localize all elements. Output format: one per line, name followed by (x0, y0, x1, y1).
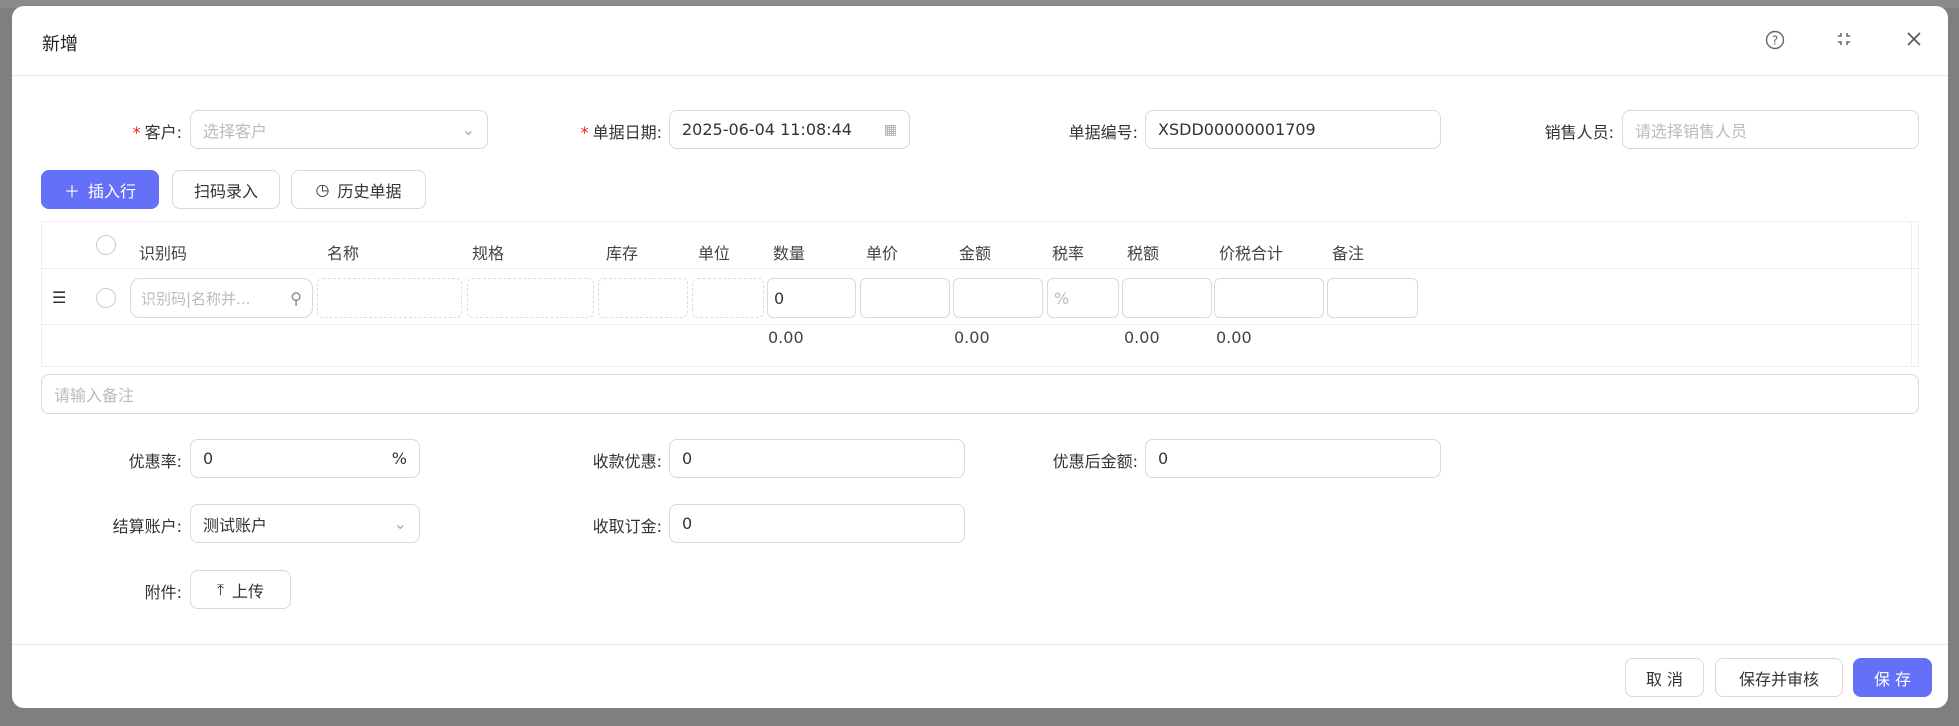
help-icon[interactable]: ? (1764, 30, 1786, 52)
insert-row-button[interactable]: ＋插入行 (41, 170, 159, 209)
discount-rate-label: 优惠率: (128, 452, 182, 471)
payment-discount-label: 收款优惠: (592, 452, 662, 471)
sum-quantity: 0.00 (768, 328, 804, 347)
svg-text:?: ? (1772, 34, 1778, 48)
col-header: 税额 (1127, 244, 1160, 263)
account-label: 结算账户: (112, 517, 182, 536)
stock-cell (598, 278, 688, 318)
upload-icon: ⤒ (216, 579, 225, 599)
col-header: 识别码 (139, 244, 188, 263)
unit-cell (692, 278, 764, 318)
sum-tax: 0.00 (1124, 328, 1160, 347)
chevron-down-icon: ⌄ (393, 514, 407, 533)
plus-icon: ＋ (63, 181, 80, 201)
tax-input[interactable] (1122, 278, 1212, 318)
upload-button[interactable]: ⤒ 上传 (190, 570, 291, 609)
save-audit-button[interactable]: 保存并审核 (1715, 658, 1843, 697)
sum-amount: 0.00 (954, 328, 990, 347)
col-header: 单位 (698, 244, 731, 263)
name-cell (317, 278, 462, 318)
col-header: 备注 (1332, 244, 1365, 263)
quantity-input[interactable]: 0 (767, 278, 856, 318)
dialog-title: 新增 (42, 34, 78, 55)
fullscreen-icon[interactable] (1833, 30, 1855, 52)
unit-price-input[interactable] (860, 278, 950, 318)
attachment-label: 附件: (144, 583, 182, 602)
code-search-input[interactable]: 识别码|名称并... ⚲ (130, 278, 313, 318)
doc-no-label: 单据编号: (1068, 123, 1138, 142)
doc-no-input[interactable]: XSDD00000001709 (1145, 110, 1441, 149)
save-button[interactable]: 保 存 (1853, 658, 1932, 697)
sum-total: 0.00 (1216, 328, 1252, 347)
account-select[interactable]: 测试账户 ⌄ (190, 504, 420, 543)
calendar-icon: ▦ (883, 121, 897, 138)
customer-label: * 客户: (132, 123, 182, 142)
remark-cell-input[interactable] (1327, 278, 1418, 318)
history-icon: ◷ (315, 180, 330, 199)
doc-date-label: * 单据日期: (580, 123, 662, 142)
close-icon[interactable] (1903, 30, 1925, 52)
after-discount-label: 优惠后金额: (1052, 452, 1138, 471)
cancel-button[interactable]: 取 消 (1625, 658, 1704, 697)
deposit-label: 收取订金: (592, 517, 662, 536)
col-header: 规格 (472, 244, 505, 263)
items-table: 识别码 名称 规格 库存 单位 数量 单价 金额 税率 税额 价税合计 备注 ☰… (41, 221, 1919, 367)
row-checkbox[interactable] (96, 288, 116, 308)
footer-divider (12, 644, 1948, 645)
amount-input[interactable] (953, 278, 1043, 318)
salesperson-select[interactable]: 请选择销售人员 (1622, 110, 1919, 149)
col-header: 数量 (773, 244, 806, 263)
spec-cell (467, 278, 594, 318)
history-button[interactable]: ◷ 历史单据 (291, 170, 426, 209)
col-header: 库存 (606, 244, 639, 263)
header-divider (12, 75, 1948, 76)
remark-textarea[interactable]: 请输入备注 (41, 374, 1919, 414)
drag-handle-icon[interactable]: ☰ (52, 288, 66, 307)
doc-date-input[interactable]: 2025-06-04 11:08:44 ▦ (669, 110, 910, 149)
search-icon: ⚲ (290, 288, 302, 308)
scan-entry-button[interactable]: 扫码录入 (172, 170, 280, 209)
col-header: 税率 (1052, 244, 1085, 263)
col-header: 价税合计 (1219, 244, 1284, 263)
add-dialog: 新增 ? * 客户: 选择客户 ⌄ * 单据日期: 2025-06-04 11:08:… (12, 6, 1948, 708)
tax-rate-input[interactable]: % (1047, 278, 1119, 318)
col-header: 名称 (327, 244, 360, 263)
select-all-checkbox[interactable] (96, 235, 116, 255)
after-discount-input[interactable]: 0 (1145, 439, 1441, 478)
discount-rate-input[interactable]: 0% (190, 439, 420, 478)
total-input[interactable] (1214, 278, 1324, 318)
col-header: 单价 (866, 244, 899, 263)
chevron-down-icon: ⌄ (461, 120, 475, 139)
deposit-input[interactable]: 0 (669, 504, 965, 543)
payment-discount-input[interactable]: 0 (669, 439, 965, 478)
customer-select[interactable]: 选择客户 ⌄ (190, 110, 488, 149)
salesperson-label: 销售人员: (1544, 123, 1614, 142)
col-header: 金额 (959, 244, 992, 263)
